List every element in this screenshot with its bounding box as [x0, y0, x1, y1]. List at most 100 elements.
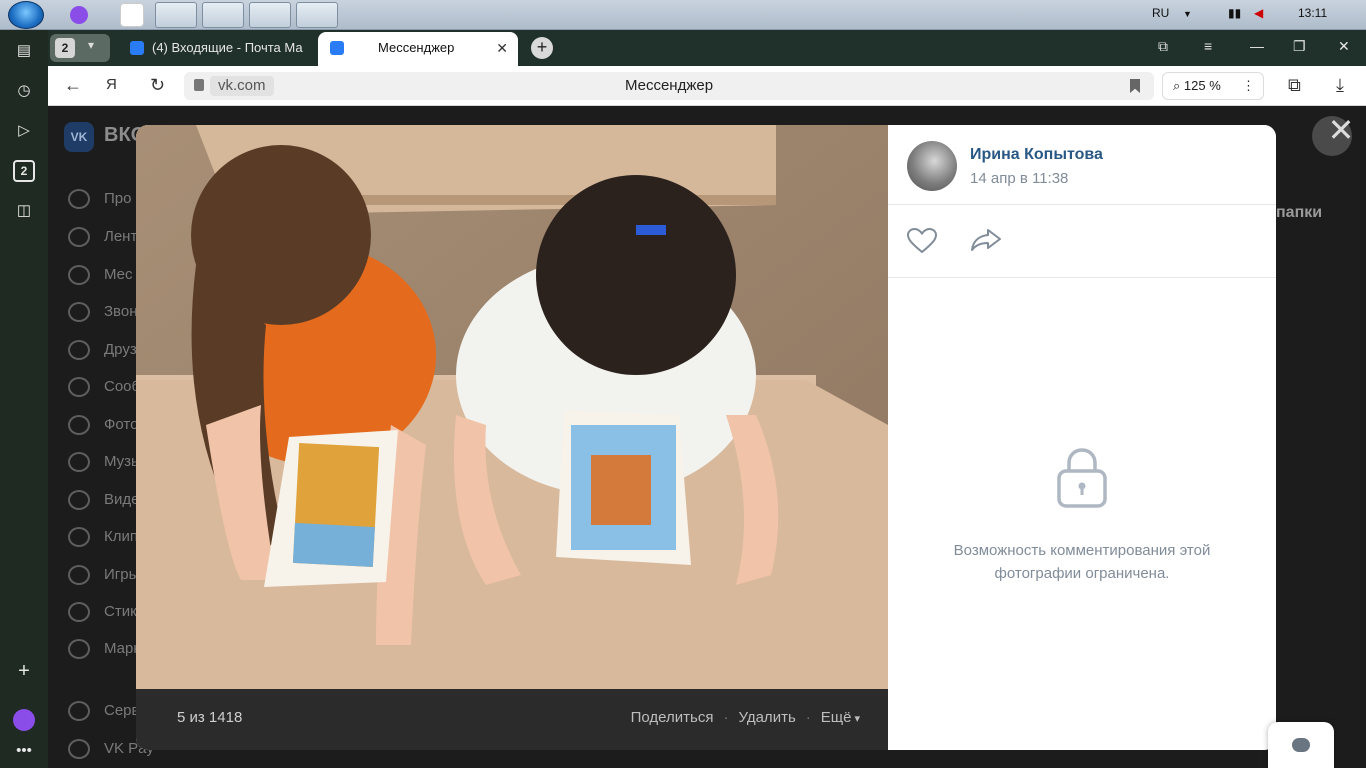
photo-counter: 5 из 1418: [177, 709, 243, 726]
yandex-taskbar-icon[interactable]: [120, 3, 144, 27]
page-title: Мессенджер: [624, 77, 714, 94]
zoom-icon: ⌕: [1173, 78, 1184, 93]
author-name[interactable]: Ирина Копытова: [970, 146, 1103, 164]
url-field[interactable]: vk.com Мессенджер: [184, 72, 1154, 100]
start-button[interactable]: [8, 1, 44, 29]
explorer-taskbar-button[interactable]: [155, 2, 197, 28]
alice-icon[interactable]: [13, 709, 35, 731]
yandex-icon[interactable]: Я: [106, 76, 117, 93]
alice-taskbar-icon[interactable]: [70, 6, 88, 24]
tab-messenger[interactable]: Мессенджер ✕: [318, 32, 518, 66]
chat-icon: [1292, 738, 1310, 752]
photo-viewer: 5 из 1418 Поделиться · Удалить · Ещё ▾ Ирина …: [136, 125, 1276, 750]
photo[interactable]: [136, 125, 888, 689]
menu-item-icon: [68, 701, 90, 722]
folders-label: папки: [1276, 204, 1323, 221]
menu-item-icon: [68, 377, 90, 398]
vk-menu-item[interactable]: Мес: [68, 264, 133, 286]
menu-item-label: Марк: [104, 640, 140, 657]
heart-icon[interactable]: [907, 228, 937, 254]
photo-footer: 5 из 1418 Поделиться · Удалить · Ещё ▾: [136, 689, 888, 750]
yandex-browser-taskbar-button[interactable]: [202, 2, 244, 28]
vk-menu-item[interactable]: Сооб: [68, 376, 140, 398]
menu-item-label: Друз: [104, 341, 137, 358]
more-vertical-icon[interactable]: ⋮: [1242, 73, 1255, 99]
reload-icon[interactable]: ↻: [150, 75, 165, 96]
more-icon[interactable]: •••: [13, 740, 35, 762]
menu-item-icon: [68, 490, 90, 511]
zoom-button[interactable]: ⌕ 125 % ⋮: [1162, 72, 1264, 100]
vk-menu-item[interactable]: Лент: [68, 226, 137, 248]
back-icon[interactable]: ←: [64, 75, 82, 96]
share-link[interactable]: Поделиться: [631, 709, 714, 726]
add-icon[interactable]: +: [13, 660, 35, 682]
separator: ·: [805, 709, 811, 726]
vk-menu-item[interactable]: Марк: [68, 638, 140, 660]
tab-group-button[interactable]: 2 ▾: [50, 34, 110, 62]
tray-network-icon[interactable]: ▮▮: [1228, 6, 1241, 20]
avatar[interactable]: [907, 141, 957, 191]
language-indicator[interactable]: RU: [1152, 6, 1169, 20]
chevron-down-icon[interactable]: ▼: [1183, 9, 1192, 19]
close-tab-icon[interactable]: ✕: [496, 32, 508, 64]
screenshot-icon[interactable]: ◫: [13, 200, 35, 222]
minimize-icon[interactable]: —: [1250, 38, 1264, 54]
delete-link[interactable]: Удалить: [738, 709, 795, 726]
tabs-count-badge[interactable]: 2: [13, 160, 35, 182]
share-icon[interactable]: [970, 228, 1002, 252]
tab-label: Мессенджер: [378, 40, 455, 55]
menu-icon[interactable]: ≡: [1204, 38, 1212, 54]
chevron-down-icon: ▾: [88, 38, 95, 52]
vk-menu-item[interactable]: Виде: [68, 489, 139, 511]
tray-sound-icon[interactable]: ◀: [1254, 6, 1263, 20]
vk-menu-item[interactable]: Клип: [68, 526, 138, 548]
tab-strip: 2 ▾ (4) Входящие - Почта Ма Мессенджер ✕…: [48, 30, 1366, 66]
collections-icon[interactable]: ▤: [13, 40, 35, 62]
vk-menu-item[interactable]: Серв: [68, 700, 140, 722]
tab-group-count: 2: [55, 38, 75, 58]
history-icon[interactable]: ◷: [13, 80, 35, 102]
vk-menu-item[interactable]: Звон: [68, 301, 138, 323]
menu-item-icon: [68, 602, 90, 623]
vk-logo[interactable]: VK: [64, 122, 94, 152]
new-tab-button[interactable]: +: [531, 37, 553, 59]
close-viewer-button[interactable]: ✕: [1326, 114, 1356, 146]
more-link[interactable]: Ещё: [821, 709, 852, 726]
tabs-manager-icon[interactable]: ⧉: [1158, 38, 1168, 55]
chats-button[interactable]: [1268, 722, 1334, 768]
comments-restricted-message: Возможность комментирования этой фотогра…: [953, 542, 1211, 582]
menu-item-icon: [68, 227, 90, 248]
photo-date[interactable]: 14 апр в 11:38: [970, 170, 1068, 187]
close-window-icon[interactable]: ✕: [1338, 38, 1350, 55]
play-icon[interactable]: ▷: [13, 120, 35, 142]
menu-item-icon: [68, 452, 90, 473]
menu-item-icon: [68, 739, 90, 760]
menu-item-icon: [68, 340, 90, 361]
photo-actions: Поделиться · Удалить · Ещё ▾: [631, 709, 860, 726]
download-icon[interactable]: ⤓: [1336, 75, 1344, 96]
menu-item-icon: [68, 189, 90, 210]
menu-item-label: Клип: [104, 528, 138, 545]
app-taskbar-button[interactable]: [296, 2, 338, 28]
vk-menu-item[interactable]: Про: [68, 188, 131, 210]
photo-info-panel: Ирина Копытова 14 апр в 11:38 Возможност…: [888, 125, 1276, 750]
restore-icon[interactable]: ❐: [1293, 38, 1306, 55]
vk-menu-item[interactable]: Фото: [68, 414, 138, 436]
vk-menu-item[interactable]: Друз: [68, 339, 137, 361]
vk-menu-item[interactable]: Музь: [68, 451, 139, 473]
tab-mail[interactable]: (4) Входящие - Почта Ма: [122, 32, 314, 66]
menu-item-label: Серв: [104, 702, 140, 719]
lock-icon: [1057, 448, 1107, 508]
vk-menu-item[interactable]: Стик: [68, 601, 137, 623]
zoom-level: 125 %: [1183, 78, 1221, 93]
clock[interactable]: 13:11: [1298, 6, 1327, 20]
word-taskbar-button[interactable]: [249, 2, 291, 28]
messenger-icon: [330, 41, 344, 55]
photo-action-bar: [888, 205, 1276, 278]
vk-menu-item[interactable]: Игры: [68, 564, 139, 586]
menu-item-label: Игры: [104, 566, 140, 583]
collections-icon[interactable]: ⧉: [1288, 75, 1301, 96]
chevron-down-icon[interactable]: ▾: [854, 713, 860, 725]
mail-icon: [130, 41, 144, 55]
menu-item-label: Звон: [104, 303, 138, 320]
